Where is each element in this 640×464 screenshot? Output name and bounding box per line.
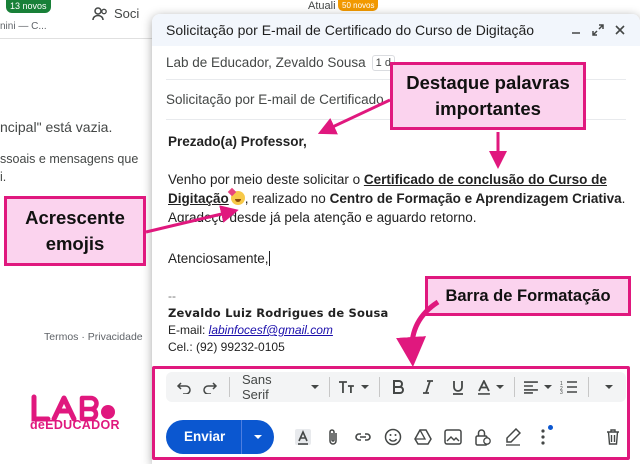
text-cursor bbox=[268, 251, 270, 266]
minimize-icon bbox=[572, 32, 580, 34]
tab-social-label: Soci bbox=[114, 6, 140, 21]
tab-social[interactable]: Soci bbox=[92, 6, 139, 21]
callout-highlight-text: Destaque palavras importantes bbox=[406, 72, 570, 119]
divider bbox=[0, 38, 152, 39]
expand-icon bbox=[592, 24, 604, 36]
empty-inbox-hint-2: i. bbox=[0, 170, 7, 184]
toolbar-highlight-frame bbox=[152, 366, 630, 460]
close-icon bbox=[615, 25, 625, 35]
signature-email-label: E-mail: bbox=[168, 323, 209, 337]
people-icon bbox=[92, 7, 107, 21]
footer-links[interactable]: Termos · Privacidade bbox=[44, 331, 143, 343]
minimize-button[interactable] bbox=[566, 20, 586, 40]
greeting-text: Prezado(a) Professor, bbox=[168, 134, 307, 149]
compose-header: Solicitação por E-mail de Certificado do… bbox=[152, 14, 640, 46]
empty-inbox-message: ncipal" está vazia. bbox=[0, 119, 113, 135]
highlight-center-name: Centro de Formação e Aprendizagem Criati… bbox=[329, 191, 622, 206]
recipients-value: Lab de Educador, Zevaldo Sousa bbox=[166, 55, 366, 70]
party-emoji-icon bbox=[230, 191, 245, 205]
callout-add-emojis: Acrescente emojis bbox=[4, 196, 146, 266]
subject-value: Solicitação por E-mail de Certificado bbox=[166, 92, 384, 107]
thanks-text: Agradeço desde já pela atenção e aguardo… bbox=[168, 210, 477, 225]
close-button[interactable] bbox=[610, 20, 630, 40]
signature-email-line: E-mail: labinfocesf@gmail.com bbox=[168, 322, 588, 339]
logo-subtitle: deEDUCADOR bbox=[30, 418, 120, 432]
body-text-2: , realizado no bbox=[244, 191, 330, 206]
signature-phone: Cel.: (92) 99232-0105 bbox=[168, 340, 285, 354]
callout-format-bar: Barra de Formatação bbox=[425, 276, 631, 316]
callout-highlight-words: Destaque palavras importantes bbox=[390, 62, 586, 130]
body-text-3: . bbox=[621, 191, 626, 206]
new-count-badge: 13 novos bbox=[6, 0, 51, 13]
body-text-1: Venho por meio deste solicitar o bbox=[168, 172, 364, 187]
closing-text: Atenciosamente, bbox=[168, 251, 269, 266]
body-paragraph: Venho por meio deste solicitar o Certifi… bbox=[168, 170, 628, 208]
signature-email-link[interactable]: labinfocesf@gmail.com bbox=[209, 323, 333, 337]
compose-title: Solicitação por E-mail de Certificado do… bbox=[166, 22, 535, 38]
email-snippet: nini — C... bbox=[0, 21, 47, 32]
tab-updates-label[interactable]: Atuali bbox=[308, 0, 336, 12]
empty-inbox-hint: ssoais e mensagens que bbox=[0, 152, 139, 166]
callout-emojis-text: Acrescente emojis bbox=[25, 207, 125, 254]
callout-format-text: Barra de Formatação bbox=[445, 286, 611, 305]
updates-badge: 50 novos bbox=[338, 0, 379, 11]
message-body[interactable]: Prezado(a) Professor, Venho por meio des… bbox=[168, 132, 628, 268]
fullscreen-button[interactable] bbox=[588, 20, 608, 40]
